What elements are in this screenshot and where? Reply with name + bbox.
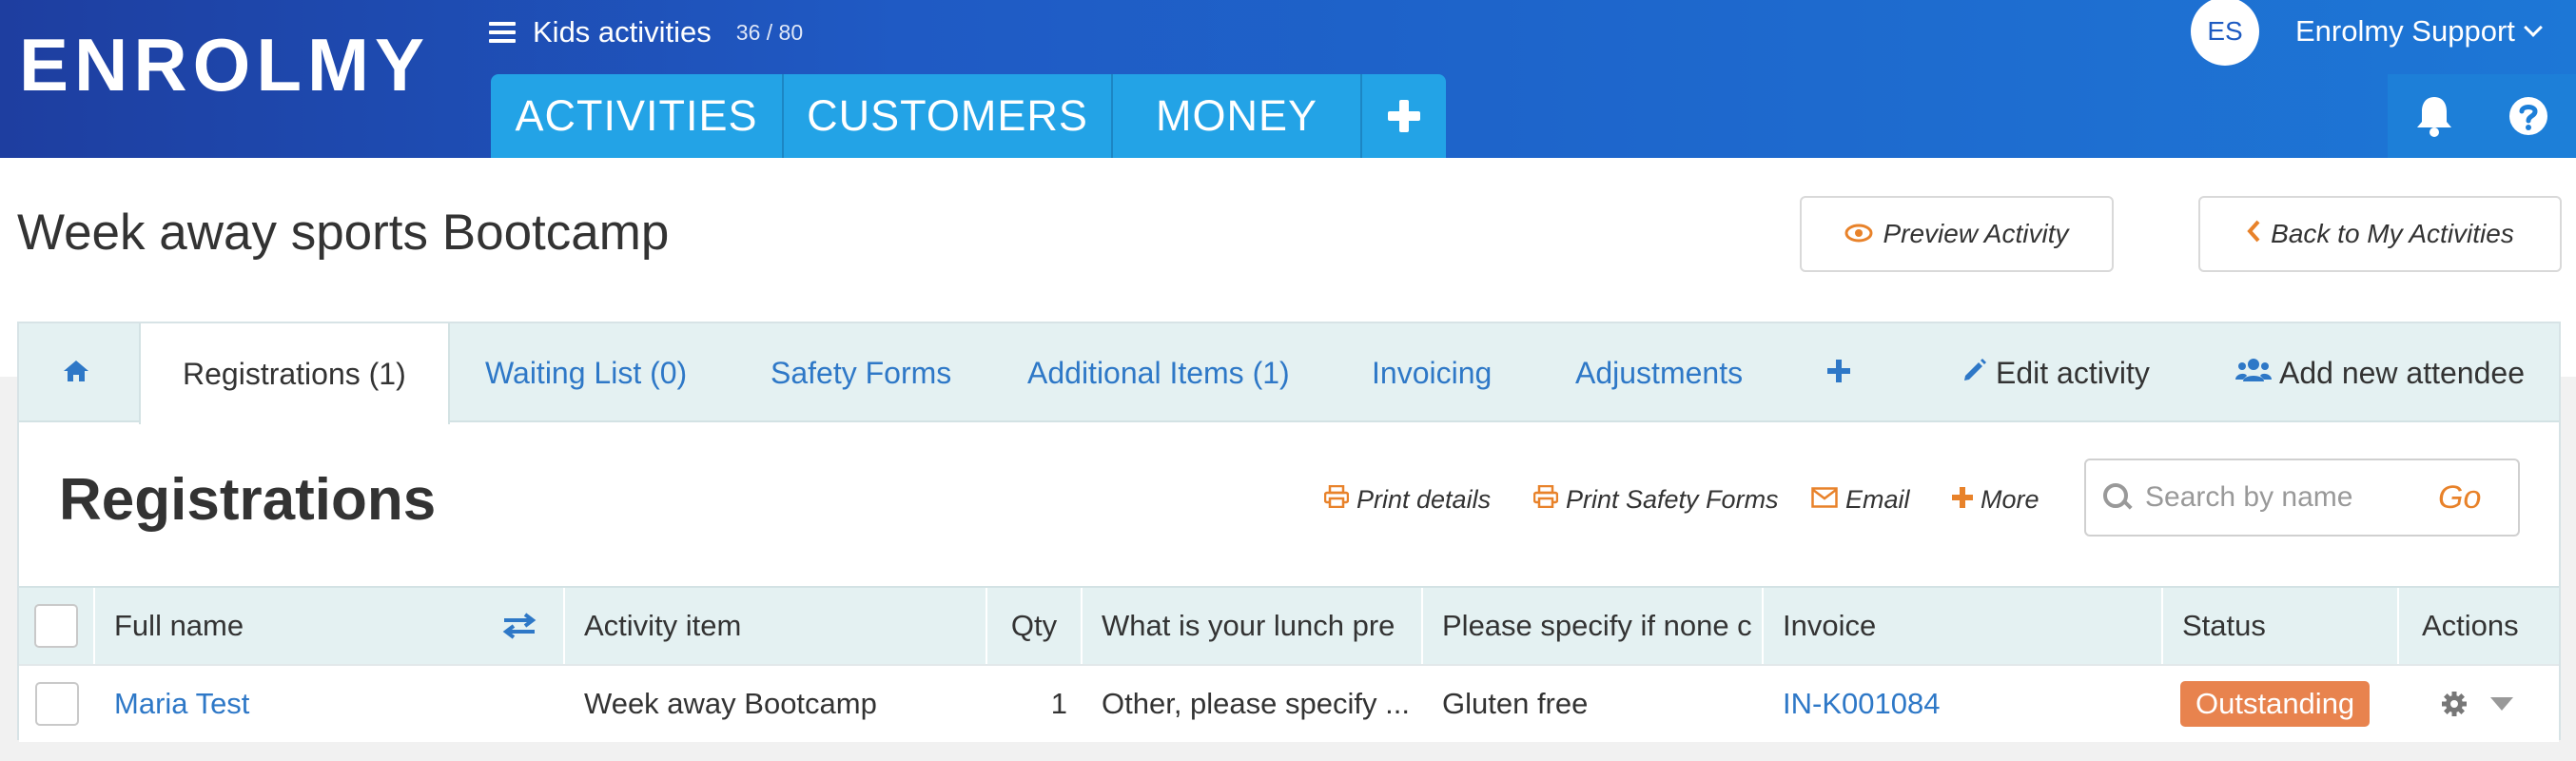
print-safety-forms-button[interactable]: Print Safety Forms: [1532, 484, 1779, 515]
edit-activity-label: Edit activity: [1996, 355, 2150, 390]
header-full-name[interactable]: Full name: [95, 588, 565, 664]
header-full-name-label: Full name: [114, 609, 244, 642]
back-to-activities-label: Back to My Activities: [2271, 219, 2514, 248]
add-new-attendee-button[interactable]: Add new attendee: [2235, 323, 2525, 422]
eye-icon: [1844, 219, 1873, 249]
section-title: Registrations: [59, 467, 437, 533]
nav-tab-activities[interactable]: ACTIVITIES: [491, 74, 784, 158]
row-invoice-link[interactable]: IN-K001084: [1783, 666, 2163, 742]
tab-home[interactable]: [48, 323, 105, 422]
header-lunch-preference[interactable]: What is your lunch pre: [1083, 588, 1423, 664]
tab-registrations[interactable]: Registrations (1): [139, 323, 450, 424]
back-to-activities-button[interactable]: Back to My Activities: [2198, 196, 2562, 272]
email-button[interactable]: Email: [1811, 485, 1910, 515]
nav-tab-money[interactable]: MONEY: [1113, 74, 1362, 158]
organisation-title: Kids activities: [533, 15, 712, 49]
header-qty[interactable]: Qty: [987, 588, 1083, 664]
registrations-panel: Registrations (1) Waiting List (0) Safet…: [17, 322, 2561, 742]
table-header: Full name Activity item Qty What is your…: [19, 586, 2559, 664]
chevron-left-icon: [2246, 219, 2261, 249]
select-all-checkbox[interactable]: [34, 604, 78, 648]
print-safety-forms-label: Print Safety Forms: [1566, 485, 1779, 514]
tab-safety-forms[interactable]: Safety Forms: [771, 323, 951, 422]
print-details-button[interactable]: Print details: [1323, 484, 1492, 515]
plus-icon: [1952, 485, 1973, 515]
row-qty: 1: [1050, 687, 1067, 720]
swap-icon[interactable]: [502, 613, 537, 639]
pencil-icon: [1961, 356, 1988, 391]
caret-down-icon[interactable]: [2490, 697, 2513, 711]
more-label: More: [1981, 485, 2039, 514]
table-row: Maria Test Week away Bootcamp 1 Other, p…: [19, 664, 2559, 742]
avatar: ES: [2191, 0, 2259, 66]
chevron-down-icon: [2523, 18, 2543, 37]
top-bar: ENROLMY Kids activities 36 / 80 ACTIVITI…: [0, 0, 2576, 158]
tab-waiting-list[interactable]: Waiting List (0): [485, 323, 687, 422]
gear-icon[interactable]: [2441, 691, 2468, 717]
nav-add-button[interactable]: [1362, 74, 1446, 158]
printer-icon: [1532, 484, 1559, 515]
main-nav: ACTIVITIES CUSTOMERS MONEY: [491, 74, 1446, 158]
status-cell: Outstanding: [2180, 666, 2399, 742]
activity-count: 36 / 80: [735, 19, 804, 45]
search-go-button[interactable]: Go: [2438, 479, 2481, 517]
header-specify[interactable]: Please specify if none c: [1423, 588, 1764, 664]
row-select-cell: [19, 666, 95, 742]
organisation-switcher[interactable]: Kids activities 36 / 80: [489, 13, 803, 51]
more-button[interactable]: More: [1952, 485, 2039, 515]
row-lunch-preference: Other, please specify ...: [1102, 687, 1410, 720]
search-icon: [2103, 483, 2132, 512]
plus-icon: [1826, 356, 1851, 391]
header-icon-bar: [2388, 74, 2576, 158]
add-new-attendee-label: Add new attendee: [2279, 355, 2525, 390]
page-title: Week away sports Bootcamp: [17, 205, 670, 261]
print-details-label: Print details: [1356, 485, 1492, 514]
header-actions: Actions: [2422, 609, 2519, 642]
tab-additional-items[interactable]: Additional Items (1): [1027, 323, 1290, 422]
activity-subtabs: Registrations (1) Waiting List (0) Safet…: [19, 323, 2559, 424]
row-checkbox[interactable]: [35, 682, 79, 726]
home-icon: [62, 356, 90, 391]
bell-icon[interactable]: [2414, 94, 2454, 138]
question-icon[interactable]: [2508, 95, 2549, 137]
header-status[interactable]: Status: [2163, 588, 2399, 664]
email-label: Email: [1845, 485, 1910, 514]
row-actions: [2441, 666, 2559, 742]
search-box: Go: [2084, 459, 2520, 537]
preview-activity-button[interactable]: Preview Activity: [1800, 196, 2114, 272]
users-icon: [2235, 356, 2272, 391]
row-specify: Gluten free: [1442, 687, 1589, 720]
row-full-name-link[interactable]: Maria Test: [114, 666, 565, 742]
header-activity-item[interactable]: Activity item: [565, 588, 987, 664]
tab-invoicing[interactable]: Invoicing: [1372, 323, 1492, 422]
user-menu[interactable]: ES Enrolmy Support: [2191, 0, 2543, 66]
printer-icon: [1323, 484, 1350, 515]
preview-activity-label: Preview Activity: [1883, 219, 2069, 248]
hamburger-icon[interactable]: [489, 22, 516, 43]
envelope-icon: [1811, 485, 1838, 515]
tab-adjustments[interactable]: Adjustments: [1575, 323, 1743, 422]
search-input[interactable]: [2145, 481, 2430, 514]
edit-activity-button[interactable]: Edit activity: [1961, 323, 2150, 422]
status-badge: Outstanding: [2180, 681, 2371, 727]
plus-icon: [1388, 100, 1420, 132]
row-activity-item: Week away Bootcamp: [584, 687, 877, 720]
nav-tab-customers[interactable]: CUSTOMERS: [784, 74, 1113, 158]
logo-text: ENROLMY: [19, 22, 430, 107]
select-all-cell: [19, 588, 95, 664]
user-name: Enrolmy Support: [2295, 14, 2515, 48]
header-invoice[interactable]: Invoice: [1764, 588, 2163, 664]
tab-add-button[interactable]: [1826, 323, 1851, 422]
enrolmy-logo[interactable]: ENROLMY: [19, 28, 424, 102]
